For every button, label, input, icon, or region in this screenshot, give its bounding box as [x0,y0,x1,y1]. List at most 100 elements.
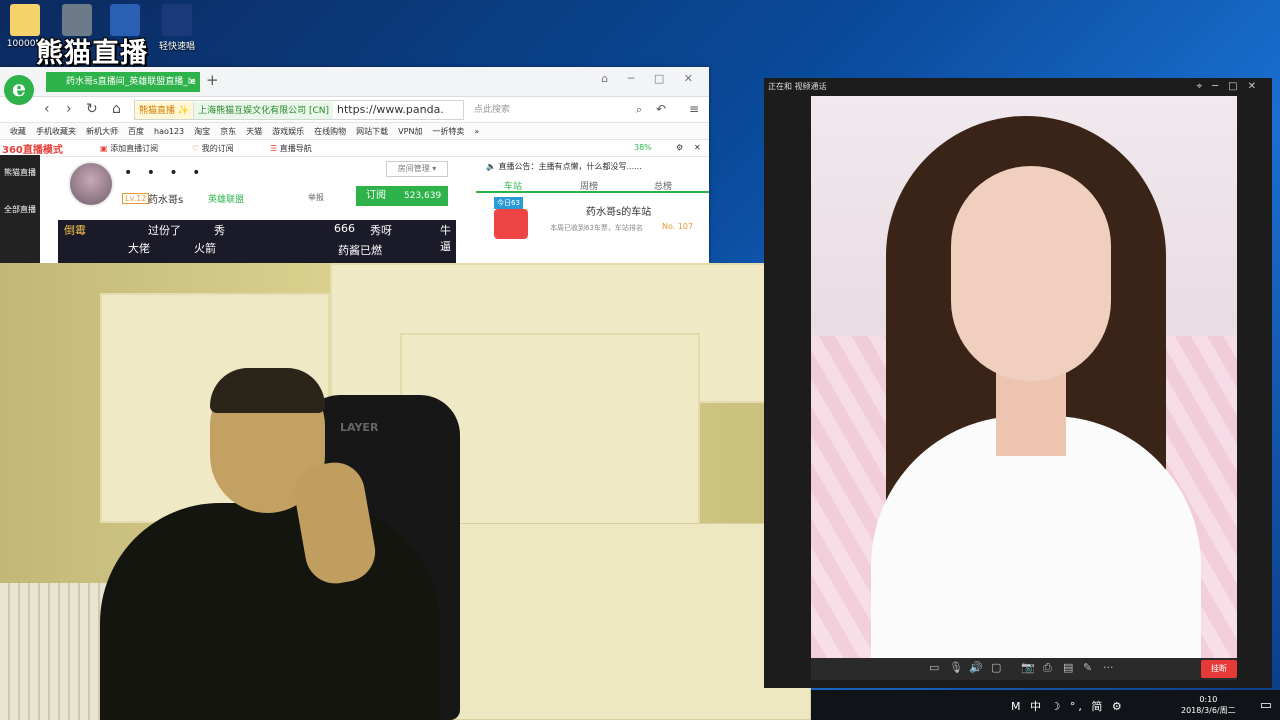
favorite-item[interactable]: 新机大师 [86,123,118,139]
danmaku: 大佬 [128,242,150,255]
call-titlebar: 正在和 视频通话 ⌖─□✕ [764,78,1272,96]
favorite-item[interactable]: 网站下载 [356,123,388,139]
mic-icon[interactable]: 🎙 [949,661,963,674]
tab-station[interactable]: 车站 [504,179,522,192]
favorite-item[interactable]: 在线购物 [314,123,346,139]
danmaku: 牛逼 [440,224,451,253]
radiator [0,583,110,720]
favorite-item[interactable]: » [474,123,479,139]
tab-title: 药水哥s直播间_英雄联盟直播_le [66,77,196,87]
favorite-item[interactable]: 收藏 [10,123,26,139]
category-link[interactable]: 英雄联盟 [208,192,244,205]
call-title: 正在和 视频通话 [768,82,827,91]
subscribe-button[interactable]: 订阅 523,639 [356,186,448,206]
danmaku: 火箭 [194,242,216,255]
hangup-button[interactable]: 挂断 [1201,660,1237,678]
back-icon[interactable]: ‹ [44,101,50,117]
nav-bar: ‹ › ↻ ⌂ 熊猫直播 ✨ 上海熊猫互娱文化有限公司 [CN] https://w… [0,97,709,123]
taskbar: M 中 ☽ °, 简 ⚙ 0:10 2018/3/6/周二 ▭ [811,690,1280,720]
panda-tv-logo: 熊猫直播 [36,38,148,69]
my-subscriptions-button[interactable]: ♡ 我的订阅 [192,143,234,154]
favorite-item[interactable]: 淘宝 [194,123,210,139]
forward-icon[interactable]: › [66,101,72,117]
car-icon [494,209,528,239]
close-icon[interactable]: ✕ [694,143,701,152]
favorite-item[interactable]: 天猫 [246,123,262,139]
percent-indicator: 38% [634,143,652,152]
home-icon[interactable]: ⌂ [112,101,121,117]
danmaku: 秀呀 [370,224,392,237]
person-hair [210,368,325,413]
chair-brand: LAYER [340,421,379,434]
add-subscription-button[interactable]: ▣ 添加直播订阅 [100,143,158,154]
favorites-bar: 收藏 手机收藏夹 新机大师 百度 hao123 淘宝 京东 天猫 游戏娱乐 在线购物 网站下载 VPN… [0,123,709,140]
ranking-tabs: 车站 周榜 总榜 [476,177,709,193]
layout-icon[interactable]: ▤ [1063,661,1073,674]
window-controls[interactable]: ⌂ ─ □ ✕ [601,72,701,85]
clock-time: 0:10 [1199,695,1218,704]
person-body [100,503,440,720]
streamer-name[interactable]: 药水哥s [148,191,183,206]
video-preview[interactable]: 倒霉 过份了 秀 666 秀呀 牛逼 大佬 火箭 药酱已燃 [58,220,456,263]
room-manage-select[interactable]: 房间管理 ▾ [386,161,448,177]
system-tray[interactable]: M 中 ☽ °, 简 ⚙ [1011,698,1125,714]
webcam-video: LAYER [0,263,811,720]
address-bar[interactable]: 熊猫直播 ✨ 上海熊猫互娱文化有限公司 [CN] https://www.panda… [134,100,464,120]
refresh-icon[interactable]: ↻ [86,101,98,117]
more-icon[interactable]: ··· [1103,661,1114,674]
undo-icon[interactable]: ↶ [656,102,666,116]
leftnav-logo[interactable]: 熊猫直播 [0,155,40,178]
report-button[interactable]: 举报 [308,192,324,203]
url-text: https://www.panda. [336,103,444,116]
avatar[interactable] [68,161,114,207]
search-input[interactable]: 点此搜索 [470,100,650,120]
station-rank: No. 107 [662,222,694,231]
station-badge: 今日63 [494,197,523,209]
favorite-item[interactable]: 一折特卖 [432,123,464,139]
clock-date: 2018/3/6/周二 [1181,706,1236,715]
favorite-item[interactable]: hao123 [154,123,184,139]
tab-weekly[interactable]: 周榜 [580,179,598,192]
record-icon[interactable]: ⎙ [1043,661,1052,675]
leftnav-all-live[interactable]: 全部直播 [0,178,40,215]
tab-total[interactable]: 总榜 [654,179,672,192]
danmaku: 倒霉 [64,224,86,237]
new-tab-button[interactable]: + [206,71,219,89]
desktop-icon-kx[interactable]: 轻快速唱 [152,4,202,52]
live-nav-button[interactable]: ☰ 直播导航 [270,143,312,154]
screenshot-icon[interactable]: 📷 [1021,661,1035,674]
site-badge: 熊猫直播 ✨ [135,102,195,119]
announcement: 🔈 直播公告：主播有点懒，什么都没写...... [486,162,642,171]
speaker-icon[interactable]: 🔊 [969,661,983,674]
favorite-item[interactable]: 游戏娱乐 [272,123,304,139]
edit-icon[interactable]: ✎ [1083,661,1092,674]
tab-close-icon[interactable]: × [188,72,196,92]
desktop-icon-label: 轻快速唱 [158,42,195,52]
cabinet [440,523,811,720]
stream-page: 熊猫直播 全部直播 • • • • Lv.12 药水哥s 英雄联盟 举报 房间管… [0,155,709,263]
favorite-item[interactable]: 京东 [220,123,236,139]
browser-window: e 药水哥s直播间_英雄联盟直播_le × + ⌂ ─ □ ✕ ‹ › ↻ ⌂ … [0,67,709,263]
clock[interactable]: 0:10 2018/3/6/周二 [1181,694,1236,716]
chat-icon[interactable]: ▭ [929,661,939,674]
search-icon[interactable]: ⌕ [636,103,642,117]
settings-icon[interactable]: ⚙ [676,143,683,152]
room-title: • • • • [124,165,206,181]
favorite-item[interactable]: VPN加 [398,123,422,139]
danmaku: 秀 [214,224,225,237]
browser-logo-icon: e [4,75,34,105]
notification-icon[interactable]: ▭ [1260,698,1272,713]
tab-active[interactable]: 药水哥s直播间_英雄联盟直播_le × [46,72,200,92]
right-panel: 🔈 直播公告：主播有点懒，什么都没写...... 车站 周榜 总榜 今日63 药… [476,155,709,263]
danmaku: 666 [334,222,355,235]
favorite-item[interactable]: 手机收藏夹 [36,123,76,139]
menu-icon[interactable]: ≡ [689,102,699,116]
left-nav: 熊猫直播 全部直播 [0,155,40,263]
station-card: 今日63 药水哥s的车站 本周已收到63车票，车站排名 No. 107 [476,193,709,243]
kx-app-icon [162,4,192,36]
video-call-window: 正在和 视频通话 ⌖─□✕ ▭ 🎙 🔊 ▢ 📷 ⎙ ▤ ✎ ··· 挂断 [764,78,1272,688]
call-window-controls[interactable]: ⌖─□✕ [1196,78,1266,96]
360-live-mode[interactable]: 360直播模式 [2,141,63,156]
favorite-item[interactable]: 百度 [128,123,144,139]
camera-icon[interactable]: ▢ [991,661,1001,674]
